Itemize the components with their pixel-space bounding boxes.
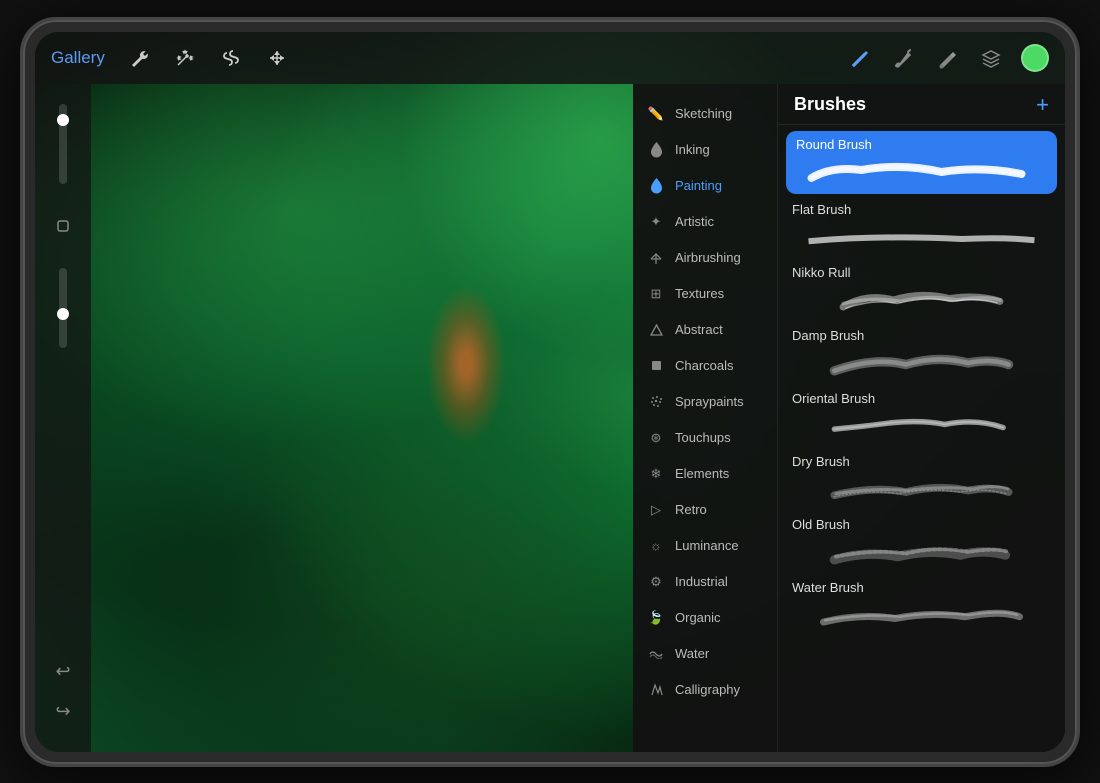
- layers-icon[interactable]: [977, 44, 1005, 72]
- brush-name-nikko-rull: Nikko Rull: [792, 265, 1051, 280]
- stroke-preview-nikko-rull: [792, 284, 1051, 316]
- category-abstract[interactable]: Abstract: [633, 312, 777, 348]
- stroke-preview-old-brush: [792, 536, 1051, 568]
- brush-item-nikko-rull[interactable]: Nikko Rull: [778, 259, 1065, 322]
- pen-tool-icon[interactable]: [845, 44, 873, 72]
- brush-item-round-brush[interactable]: Round Brush: [786, 131, 1057, 194]
- brush-name-water-brush: Water Brush: [792, 580, 1051, 595]
- gallery-button[interactable]: Gallery: [51, 48, 105, 68]
- magic-wand-icon[interactable]: [171, 44, 199, 72]
- stroke-preview-water-brush: [792, 599, 1051, 631]
- brush-item-dry-brush[interactable]: Dry Brush: [778, 448, 1065, 511]
- brush-panel-title: Brushes: [794, 94, 866, 115]
- brush-name-oriental-brush: Oriental Brush: [792, 391, 1051, 406]
- undo-button[interactable]: ↩: [47, 656, 79, 688]
- brush-right-panel: Brushes + Round Brush: [778, 84, 1065, 752]
- wrench-icon[interactable]: [125, 44, 153, 72]
- luminance-icon: ☼: [647, 537, 665, 555]
- elements-icon: ❄: [647, 465, 665, 483]
- brush-name-round-brush: Round Brush: [796, 137, 1047, 152]
- brush-item-water-brush[interactable]: Water Brush: [778, 574, 1065, 637]
- brush-panel-header: Brushes +: [778, 84, 1065, 125]
- category-airbrushing[interactable]: Airbrushing: [633, 240, 777, 276]
- brush-item-oriental-brush[interactable]: Oriental Brush: [778, 385, 1065, 448]
- brush-tool-icon[interactable]: [889, 44, 917, 72]
- brush-name-dry-brush: Dry Brush: [792, 454, 1051, 469]
- redo-button[interactable]: ↪: [47, 696, 79, 728]
- textures-icon: ⊞: [647, 285, 665, 303]
- top-toolbar: Gallery: [35, 32, 1065, 84]
- color-swatch[interactable]: [1021, 44, 1049, 72]
- inking-icon: [647, 141, 665, 159]
- tablet-frame: Gallery: [20, 17, 1080, 767]
- industrial-icon: ⚙: [647, 573, 665, 591]
- water-icon: [647, 645, 665, 663]
- transform-icon[interactable]: [263, 44, 291, 72]
- brush-name-damp-brush: Damp Brush: [792, 328, 1051, 343]
- brush-categories: ✏️ Sketching Inking Painting: [633, 84, 778, 752]
- charcoals-icon: [647, 357, 665, 375]
- category-industrial[interactable]: ⚙ Industrial: [633, 564, 777, 600]
- touchups-icon: ⊛: [647, 429, 665, 447]
- brush-opacity-slider[interactable]: [59, 268, 67, 348]
- category-painting[interactable]: Painting: [633, 168, 777, 204]
- abstract-icon: [647, 321, 665, 339]
- brush-name-old-brush: Old Brush: [792, 517, 1051, 532]
- toolbar-right-tools: [845, 44, 1049, 72]
- smudge-sidebar-tool[interactable]: [45, 208, 81, 244]
- brush-size-slider[interactable]: [59, 104, 67, 184]
- brush-list: Round Brush Flat Brush: [778, 125, 1065, 641]
- stroke-preview-damp-brush: [792, 347, 1051, 379]
- category-elements[interactable]: ❄ Elements: [633, 456, 777, 492]
- category-spraypaints[interactable]: Spraypaints: [633, 384, 777, 420]
- tablet-screen: Gallery: [35, 32, 1065, 752]
- category-luminance[interactable]: ☼ Luminance: [633, 528, 777, 564]
- sketching-icon: ✏️: [647, 105, 665, 123]
- category-textures[interactable]: ⊞ Textures: [633, 276, 777, 312]
- left-sidebar: ↩ ↪: [35, 84, 91, 752]
- toolbar-left-tools: [125, 44, 291, 72]
- stroke-preview-flat-brush: [792, 221, 1051, 253]
- calligraphy-icon: [647, 681, 665, 699]
- brush-item-damp-brush[interactable]: Damp Brush: [778, 322, 1065, 385]
- brush-item-flat-brush[interactable]: Flat Brush: [778, 196, 1065, 259]
- category-organic[interactable]: 🍃 Organic: [633, 600, 777, 636]
- category-water[interactable]: Water: [633, 636, 777, 672]
- category-touchups[interactable]: ⊛ Touchups: [633, 420, 777, 456]
- category-artistic[interactable]: ✦ Artistic: [633, 204, 777, 240]
- category-calligraphy[interactable]: Calligraphy: [633, 672, 777, 708]
- retro-icon: ▷: [647, 501, 665, 519]
- add-brush-button[interactable]: +: [1036, 94, 1049, 116]
- selection-icon[interactable]: [217, 44, 245, 72]
- category-retro[interactable]: ▷ Retro: [633, 492, 777, 528]
- category-inking[interactable]: Inking: [633, 132, 777, 168]
- brush-item-old-brush[interactable]: Old Brush: [778, 511, 1065, 574]
- artistic-icon: ✦: [647, 213, 665, 231]
- airbrushing-icon: [647, 249, 665, 267]
- brush-name-flat-brush: Flat Brush: [792, 202, 1051, 217]
- smudge-tool-icon[interactable]: [933, 44, 961, 72]
- category-sketching[interactable]: ✏️ Sketching: [633, 96, 777, 132]
- painting-icon: [647, 177, 665, 195]
- spraypaints-icon: [647, 393, 665, 411]
- brush-panel: ✏️ Sketching Inking Painting: [633, 84, 1065, 752]
- organic-icon: 🍃: [647, 609, 665, 627]
- stroke-preview-round-brush: [796, 156, 1047, 188]
- category-charcoals[interactable]: Charcoals: [633, 348, 777, 384]
- stroke-preview-dry-brush: [792, 473, 1051, 505]
- stroke-preview-oriental-brush: [792, 410, 1051, 442]
